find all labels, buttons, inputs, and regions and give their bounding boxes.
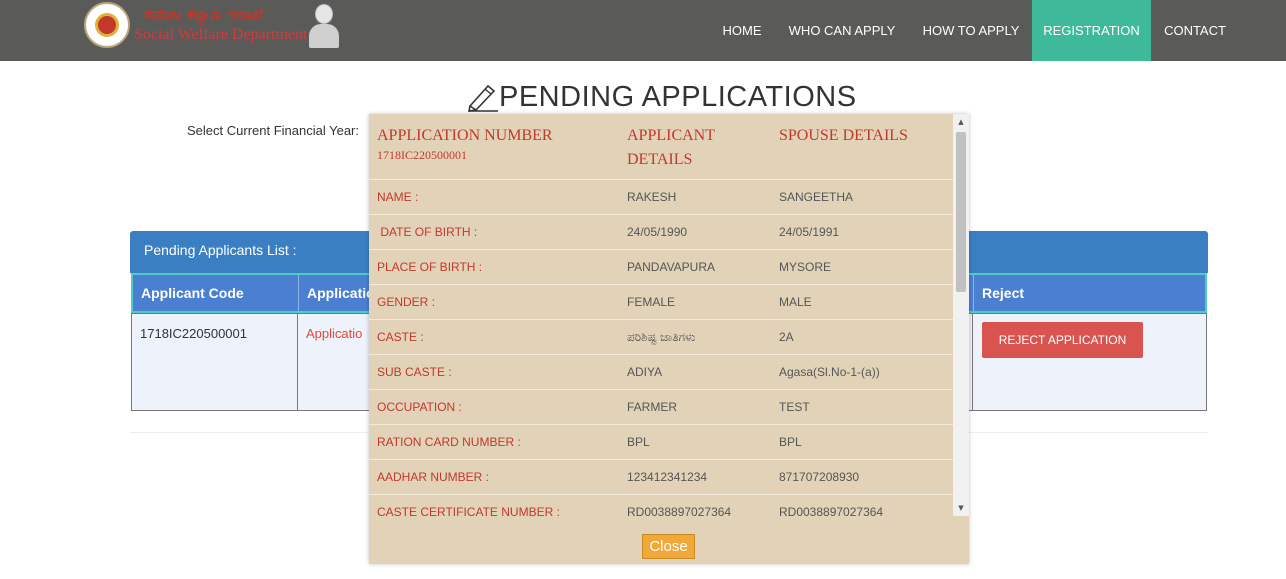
detail-row-sub-caste: SUB CASTE : ADIYA Agasa(Sl.No-1-(a)) <box>369 355 953 390</box>
spouse-value: MYSORE <box>779 260 832 274</box>
applicant-value: 123412341234 <box>627 470 708 484</box>
applicant-value: 24/05/1990 <box>627 225 688 239</box>
nav-who-can-apply[interactable]: WHO CAN APPLY <box>780 0 904 61</box>
logo-kannada-text: ಸಮಾಜ ಕಲ್ಯಾಣ ಇಲಾಖೆ <box>144 5 263 23</box>
column-application: Applicatio <box>307 285 375 301</box>
detail-row-name: NAME : RAKESH SANGEETHA <box>369 180 953 215</box>
scrollbar-thumb[interactable] <box>956 132 966 292</box>
detail-row-occupation: OCCUPATION : FARMER TEST <box>369 390 953 425</box>
modal-scrollbar[interactable]: ▲ ▼ <box>953 114 969 516</box>
scroll-up-arrow-icon[interactable]: ▲ <box>953 114 969 130</box>
application-number-value: 1718IC220500001 <box>377 148 467 162</box>
detail-row-place-of-birth: PLACE OF BIRTH : PANDAVAPURA MYSORE <box>369 250 953 285</box>
logo-english-text: Social Welfare Department <box>134 26 308 43</box>
top-navbar: ಸಮಾಜ ಕಲ್ಯಾಣ ಇಲಾಖೆ Social Welfare Departm… <box>0 0 1286 61</box>
spouse-value: 24/05/1991 <box>779 225 840 239</box>
nav-contact[interactable]: CONTACT <box>1156 0 1234 61</box>
close-button[interactable]: Close <box>642 534 695 559</box>
row-label: OCCUPATION : <box>377 400 462 414</box>
detail-row-caste: CASTE : ಪರಿಶಿಷ್ಟ ಜಾತಿಗಳು 2A <box>369 320 953 355</box>
state-emblem-icon <box>84 2 130 48</box>
financial-year-label: Select Current Financial Year: <box>187 123 359 138</box>
modal-scroll-area[interactable]: APPLICATION NUMBER 1718IC220500001 APPLI… <box>369 114 969 516</box>
spouse-value: TEST <box>779 400 810 414</box>
column-applicant-code: Applicant Code <box>133 275 299 311</box>
nav-home[interactable]: HOME <box>712 0 772 61</box>
spouse-value: SANGEETHA <box>779 190 854 204</box>
cell-application-link[interactable]: Applicatio <box>298 314 378 410</box>
application-details-modal: APPLICATION NUMBER 1718IC220500001 APPLI… <box>369 114 969 564</box>
detail-row-caste-certificate: CASTE CERTIFICATE NUMBER : RD00388970273… <box>369 495 953 516</box>
row-label: DATE OF BIRTH : <box>377 225 478 239</box>
spouse-value: Agasa(Sl.No-1-(a)) <box>779 365 880 379</box>
applicant-value: FARMER <box>627 400 678 414</box>
spouse-details-title: SPOUSE DETAILS <box>779 127 908 144</box>
nav-registration[interactable]: REGISTRATION <box>1032 0 1151 61</box>
nav-how-to-apply[interactable]: HOW TO APPLY <box>914 0 1028 61</box>
row-label: SUB CASTE : <box>377 365 452 379</box>
scroll-down-arrow-icon[interactable]: ▼ <box>953 500 969 516</box>
applicant-value: RD0038897027364 <box>627 505 732 516</box>
row-label: NAME : <box>377 190 419 204</box>
spouse-value: RD0038897027364 <box>779 505 884 516</box>
applicant-details-title: APPLICANT DETAILS <box>627 127 715 168</box>
spouse-value: MALE <box>779 295 812 309</box>
applicant-value: BPL <box>627 435 650 449</box>
application-number-title: APPLICATION NUMBER <box>377 127 553 144</box>
column-reject: Reject <box>973 275 1205 311</box>
spouse-value: 871707208930 <box>779 470 860 484</box>
spouse-value: 2A <box>779 330 794 344</box>
row-label: RATION CARD NUMBER : <box>377 435 521 449</box>
reject-application-button[interactable]: REJECT APPLICATION <box>982 322 1143 358</box>
applicant-value: ಪರಿಶಿಷ್ಟ ಜಾತಿಗಳು <box>627 330 696 344</box>
applicant-value: FEMALE <box>627 295 676 309</box>
site-logo[interactable]: ಸಮಾಜ ಕಲ್ಯಾಣ ಇಲಾಖೆ Social Welfare Departm… <box>84 2 344 50</box>
row-label: GENDER : <box>377 295 436 309</box>
panel-heading-text: Pending Applicants List : <box>144 242 297 258</box>
detail-row-date-of-birth: DATE OF BIRTH : 24/05/1990 24/05/1991 <box>369 215 953 250</box>
detail-row-aadhar: AADHAR NUMBER : 123412341234 87170720893… <box>369 460 953 495</box>
applicant-value: RAKESH <box>627 190 677 204</box>
modal-header-row: APPLICATION NUMBER 1718IC220500001 APPLI… <box>369 114 953 180</box>
portrait-icon <box>306 2 342 48</box>
spouse-value: BPL <box>779 435 802 449</box>
detail-row-ration-card: RATION CARD NUMBER : BPL BPL <box>369 425 953 460</box>
page-title-text: PENDING APPLICATIONS <box>499 81 857 113</box>
row-label: CASTE CERTIFICATE NUMBER : <box>377 505 560 516</box>
cell-applicant-code: 1718IC220500001 <box>132 314 298 410</box>
applicant-value: PANDAVAPURA <box>627 260 716 274</box>
pencil-icon <box>467 84 498 112</box>
row-label: PLACE OF BIRTH : <box>377 260 483 274</box>
row-label: CASTE : <box>377 330 424 344</box>
row-label: AADHAR NUMBER : <box>377 470 490 484</box>
applicant-value: ADIYA <box>627 365 663 379</box>
detail-row-gender: GENDER : FEMALE MALE <box>369 285 953 320</box>
